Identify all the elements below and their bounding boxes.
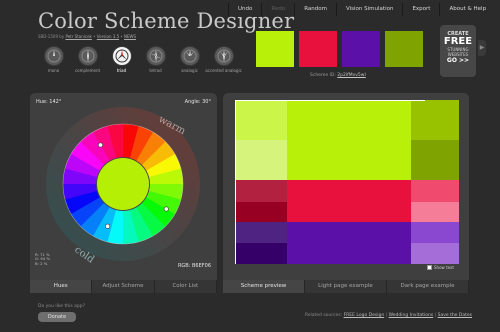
scheme-id-link[interactable]: 2p2ifMvv5wI xyxy=(337,73,366,78)
tab-adjust-scheme[interactable]: Adjust Scheme xyxy=(92,280,155,293)
hue-marker[interactable] xyxy=(105,223,111,229)
author-link[interactable]: Petr Stanicek xyxy=(65,34,91,39)
secondary-a-main xyxy=(287,180,411,222)
tab-light-page-example[interactable]: Light page example xyxy=(305,280,387,293)
tetrad-mode-icon xyxy=(145,46,166,66)
preview-panel: Show text Scheme preview Light page exam… xyxy=(223,93,469,293)
right-tabs: Scheme preview Light page example Dark p… xyxy=(223,280,469,293)
promo-banner[interactable]: CREATE FREE STUNNING WEBSITES GO >> xyxy=(440,25,476,77)
base-color-center xyxy=(97,158,149,210)
donate-button[interactable]: Donate xyxy=(38,312,76,322)
top-menu: Undo Redo Random Vision Simulation Expor… xyxy=(228,3,496,16)
primary-shade-2 xyxy=(411,140,459,180)
swatch-complement[interactable] xyxy=(385,31,423,67)
tab-scheme-preview[interactable]: Scheme preview xyxy=(223,280,305,293)
footer-link-wedding-invitations[interactable]: Wedding Invitations xyxy=(389,313,434,318)
secondary-a-shade-1 xyxy=(235,180,287,202)
complement-mode-icon xyxy=(77,46,98,66)
primary-shade-1 xyxy=(411,100,459,140)
footer-link-save-the-dates[interactable]: Save the Dates xyxy=(438,313,472,318)
menu-export[interactable]: Export xyxy=(402,3,440,16)
accented-analogic-mode-icon xyxy=(213,46,234,66)
version-link[interactable]: Version 3.5 xyxy=(97,34,119,39)
secondary-b-tint-2 xyxy=(411,243,459,264)
tab-dark-page-example[interactable]: Dark page example xyxy=(387,280,469,293)
mode-complement[interactable]: complement xyxy=(72,46,103,74)
secondary-b-tint-1 xyxy=(411,222,459,243)
menu-redo[interactable]: Redo xyxy=(261,3,295,16)
footer-links: Related sources: FREE Logo Design | Wedd… xyxy=(304,313,472,318)
color-wheel-panel: Hue: 142° Angle: 30° warm cold R: 71 % G… xyxy=(30,93,217,293)
left-tabs: Hues Adjust Scheme Color List xyxy=(30,280,217,293)
secondary-a-tint-1 xyxy=(411,180,459,202)
scheme-preview xyxy=(235,100,459,264)
app-subtitle: SBD-1509 by Petr Stanicek • Version 3.5 … xyxy=(38,34,137,39)
primary-tint-1 xyxy=(235,100,287,140)
mode-analogic[interactable]: analogic xyxy=(174,46,205,74)
mode-tetrad[interactable]: tetrad xyxy=(140,46,171,74)
mode-accented-analogic[interactable]: accented analogic xyxy=(205,46,242,74)
analogic-mode-icon xyxy=(179,46,200,66)
scheme-swatches xyxy=(256,31,423,67)
menu-vision-simulation[interactable]: Vision Simulation xyxy=(335,3,403,16)
color-wheel[interactable]: warm cold xyxy=(38,105,208,263)
secondary-a-tint-2 xyxy=(411,202,459,222)
swatch-secondary-a[interactable] xyxy=(299,31,337,67)
tab-hues[interactable]: Hues xyxy=(30,280,93,293)
scheme-mode-selector: mono complement triad tetrad analogic ac… xyxy=(38,46,242,74)
menu-random[interactable]: Random xyxy=(294,3,336,16)
primary-tint-2 xyxy=(235,140,287,180)
mode-triad[interactable]: triad xyxy=(106,46,137,74)
mono-mode-icon xyxy=(43,46,64,66)
triad-mode-icon xyxy=(111,46,132,66)
promo-next-icon[interactable]: ▶ xyxy=(478,40,486,56)
donate-question: Do you like this app? xyxy=(38,304,85,309)
primary-main xyxy=(287,100,411,180)
swatch-secondary-b[interactable] xyxy=(342,31,380,67)
footer-link-logo-design[interactable]: FREE Logo Design xyxy=(344,313,385,318)
show-text-toggle[interactable]: Show text xyxy=(427,265,454,270)
tab-color-list[interactable]: Color List xyxy=(154,280,217,293)
secondary-a-shade-2 xyxy=(235,202,287,222)
hue-marker[interactable] xyxy=(163,206,169,212)
secondary-b-shade-1 xyxy=(235,222,287,243)
menu-about-help[interactable]: About & Help xyxy=(439,3,496,16)
rgb-percent-readout: R: 71 % G: 94 % B: 2 % xyxy=(35,252,51,266)
swatch-primary[interactable] xyxy=(256,31,294,67)
secondary-b-shade-2 xyxy=(235,243,287,264)
secondary-b-main xyxy=(287,222,411,264)
scheme-id: Scheme ID: 2p2ifMvv5wI xyxy=(310,73,366,78)
menu-undo[interactable]: Undo xyxy=(228,3,262,16)
show-text-checkbox[interactable] xyxy=(427,265,432,270)
mode-mono[interactable]: mono xyxy=(38,46,69,74)
rgb-readout: RGB: B6EF06 xyxy=(177,263,211,269)
news-link[interactable]: NEWS xyxy=(124,34,136,39)
hue-marker[interactable] xyxy=(97,142,103,148)
